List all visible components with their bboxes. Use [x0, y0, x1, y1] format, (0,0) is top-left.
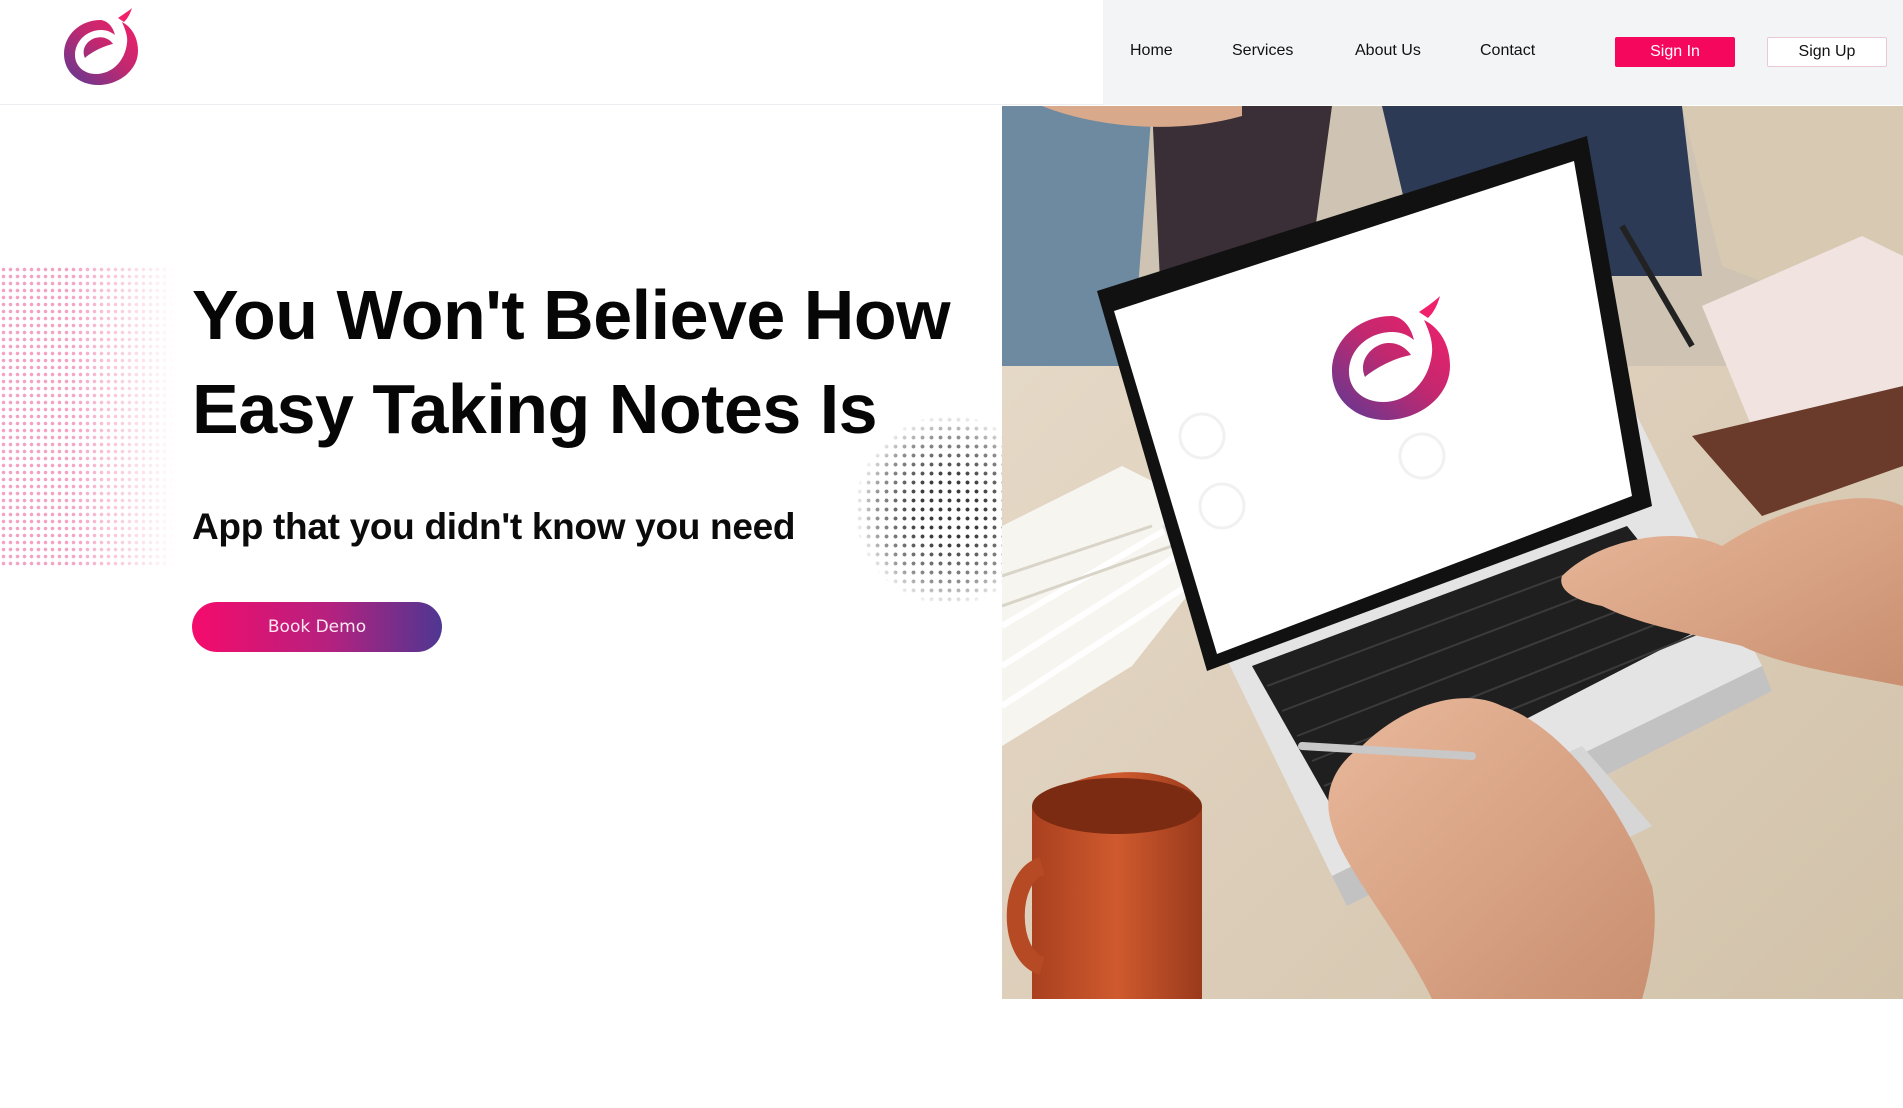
nav-link-home[interactable]: Home	[1130, 40, 1173, 62]
hero-title-line-1: You Won't Believe How	[192, 276, 951, 354]
brand-logo-icon[interactable]	[58, 8, 144, 94]
nav-link-services[interactable]: Services	[1232, 40, 1293, 62]
hero-title-line-2: Easy Taking Notes Is	[192, 370, 878, 448]
laptop-on-desk-photo	[1002, 106, 1903, 999]
sign-in-button[interactable]: Sign In	[1615, 37, 1735, 67]
site-header: Home Services About Us Contact Sign In S…	[0, 0, 1903, 105]
nav-link-contact[interactable]: Contact	[1480, 40, 1535, 62]
nav-link-about-us[interactable]: About Us	[1355, 40, 1421, 62]
sign-up-button[interactable]: Sign Up	[1767, 37, 1887, 67]
hero-title: You Won't Believe How Easy Taking Notes …	[192, 268, 972, 456]
hero-subtitle: App that you didn't know you need	[192, 506, 796, 547]
book-demo-button[interactable]: Book Demo	[192, 602, 442, 652]
pink-dot-pattern	[0, 266, 175, 566]
